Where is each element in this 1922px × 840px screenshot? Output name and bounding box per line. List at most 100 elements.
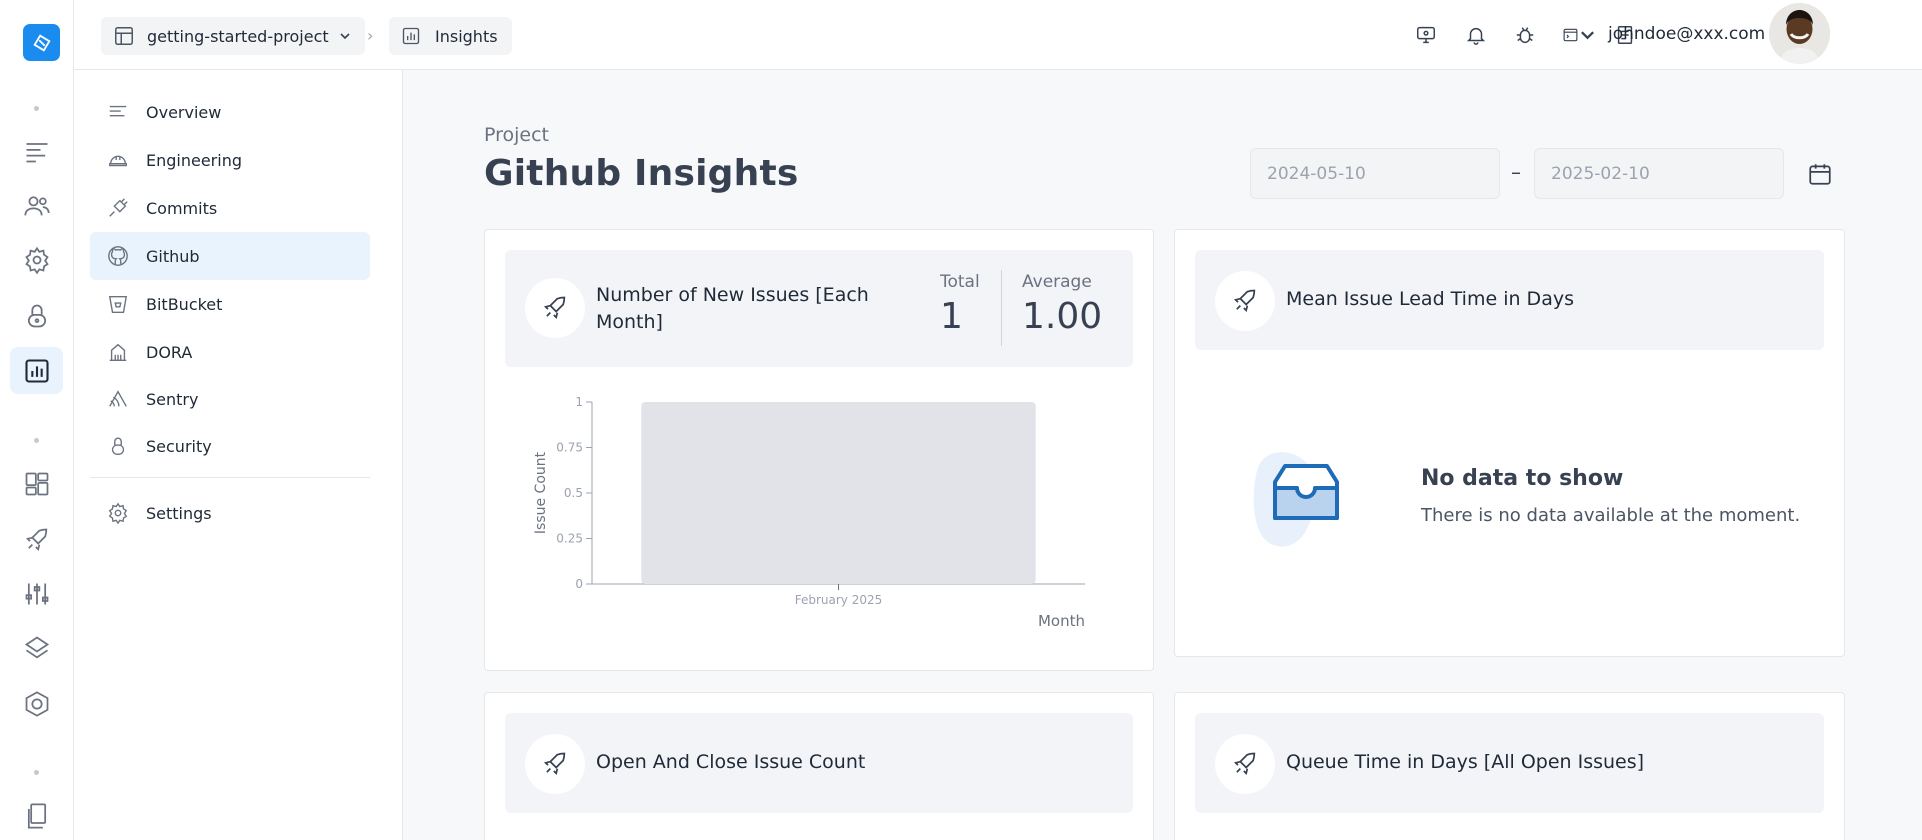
sidebar: Overview Engineering Commits Github BitB…	[74, 70, 403, 840]
no-data-text: There is no data available at the moment…	[1421, 505, 1801, 526]
open-close-card: Open And Close Issue Count	[484, 692, 1154, 840]
new-issues-card: Number of New Issues [Each Month] Total …	[484, 229, 1154, 671]
sidebar-item-settings[interactable]: Settings	[90, 489, 370, 537]
project-selector[interactable]: getting-started-project	[101, 17, 365, 55]
breadcrumb-insights[interactable]: Insights	[389, 17, 512, 55]
sidebar-item-sentry[interactable]: Sentry	[90, 375, 370, 423]
project-name: getting-started-project	[147, 26, 329, 46]
bug-button[interactable]	[1512, 22, 1538, 48]
sentry-icon	[106, 387, 130, 411]
rail-documents-button[interactable]	[10, 792, 63, 839]
card-title: Queue Time in Days [All Open Issues]	[1286, 751, 1645, 773]
building-icon	[106, 340, 130, 364]
sidebar-item-engineering[interactable]: Engineering	[90, 136, 370, 184]
layers-icon	[24, 635, 49, 658]
avatar[interactable]	[1769, 3, 1830, 64]
sidebar-item-security[interactable]: Security	[90, 422, 370, 470]
sidebar-item-label: Engineering	[146, 150, 242, 170]
card-header: Number of New Issues [Each Month] Total …	[505, 250, 1133, 367]
rail-users-button[interactable]	[10, 182, 63, 229]
no-data-title: No data to show	[1421, 466, 1624, 491]
bar	[641, 402, 1036, 584]
chevron-down-icon	[340, 33, 350, 40]
breadcrumb-page: Insights	[435, 26, 498, 46]
start-date-input[interactable]	[1250, 148, 1500, 199]
monitor-button[interactable]	[1413, 22, 1439, 48]
card-header: Open And Close Issue Count	[505, 713, 1133, 813]
sidebar-item-bitbucket[interactable]: BitBucket	[90, 280, 370, 328]
empty-inbox-icon	[1253, 452, 1339, 547]
sidebar-item-overview[interactable]: Overview	[90, 88, 370, 136]
total-stat: Total 1	[940, 272, 980, 337]
rail-layers-button[interactable]	[10, 624, 63, 671]
monitor-icon	[1417, 26, 1435, 44]
bug-icon	[1516, 27, 1534, 44]
terminal-icon	[1563, 28, 1578, 42]
sidebar-item-commits[interactable]: Commits	[90, 184, 370, 232]
bitbucket-icon	[106, 292, 130, 316]
badge-icon	[25, 690, 48, 717]
y-axis-label: Issue Count	[533, 451, 549, 534]
sidebar-item-label: Security	[146, 436, 212, 456]
rail-lock-button[interactable]	[10, 292, 63, 339]
card-title: Open And Close Issue Count	[596, 751, 866, 773]
sidebar-item-label: BitBucket	[146, 294, 223, 314]
user-email[interactable]: johndoe@xxx.com	[1608, 24, 1765, 44]
app-logo[interactable]	[23, 24, 60, 61]
average-stat: Average 1.00	[1022, 272, 1102, 337]
card-header: Queue Time in Days [All Open Issues]	[1195, 713, 1824, 813]
sidebar-item-dora[interactable]: DORA	[90, 328, 370, 376]
sidebar-item-label: Overview	[146, 102, 222, 122]
lock-icon	[27, 304, 46, 327]
rail-rocket-button[interactable]	[10, 516, 63, 563]
page-title: Github Insights	[484, 153, 799, 194]
calendar-button[interactable]	[1805, 159, 1835, 189]
grid-icon	[25, 472, 48, 495]
terminal-dropdown[interactable]	[1562, 22, 1596, 48]
sidebar-item-label: Settings	[146, 503, 212, 523]
sliders-icon	[25, 583, 48, 604]
total-value: 1	[940, 296, 963, 337]
y-tick-label: 0.5	[564, 486, 583, 500]
list-icon	[26, 142, 47, 162]
icon-rail	[0, 0, 74, 840]
rail-settings-button[interactable]	[10, 236, 63, 283]
issues-bar-chart: 0 0.25 0.5 0.75 1 February 2025 Month Issue Cou…	[533, 395, 1085, 630]
queue-time-card: Queue Time in Days [All Open Issues]	[1174, 692, 1845, 840]
rocket-icon	[525, 734, 585, 794]
github-icon	[106, 244, 130, 268]
logo-icon	[32, 33, 51, 52]
rail-sliders-button[interactable]	[10, 570, 63, 617]
plug-icon	[106, 196, 130, 220]
card-title: Number of New Issues [Each Month]	[596, 284, 869, 333]
rail-insights-button[interactable]	[10, 347, 63, 394]
rail-list-button[interactable]	[10, 127, 63, 174]
average-value: 1.00	[1022, 296, 1103, 337]
y-tick-label: 0	[575, 577, 583, 591]
notifications-button[interactable]	[1463, 22, 1489, 48]
rail-grid-button[interactable]	[10, 460, 63, 507]
sidebar-item-label: DORA	[146, 342, 193, 362]
breadcrumb-separator: ›	[367, 26, 374, 45]
avatar-image	[1769, 3, 1830, 64]
chevron-down-icon	[1581, 31, 1594, 40]
y-tick-label: 0.25	[556, 532, 583, 546]
x-tick-label: February 2025	[795, 593, 883, 607]
rail-dot	[34, 438, 39, 443]
bar-chart-icon	[401, 25, 423, 47]
rocket-icon	[1215, 734, 1275, 794]
rocket-icon	[25, 528, 47, 551]
lock-icon	[106, 434, 130, 458]
bell-icon	[1466, 27, 1486, 45]
documents-icon	[27, 802, 46, 829]
table-icon	[113, 25, 135, 47]
hardhat-icon	[106, 148, 130, 172]
sidebar-item-github[interactable]: Github	[90, 232, 370, 280]
sidebar-divider	[90, 477, 370, 478]
stat-divider	[1001, 270, 1002, 346]
gear-icon	[106, 501, 130, 525]
rocket-icon	[1215, 271, 1275, 331]
end-date-input[interactable]	[1534, 148, 1784, 199]
rail-badge-button[interactable]	[10, 680, 63, 727]
y-tick-label: 0.75	[556, 441, 583, 455]
